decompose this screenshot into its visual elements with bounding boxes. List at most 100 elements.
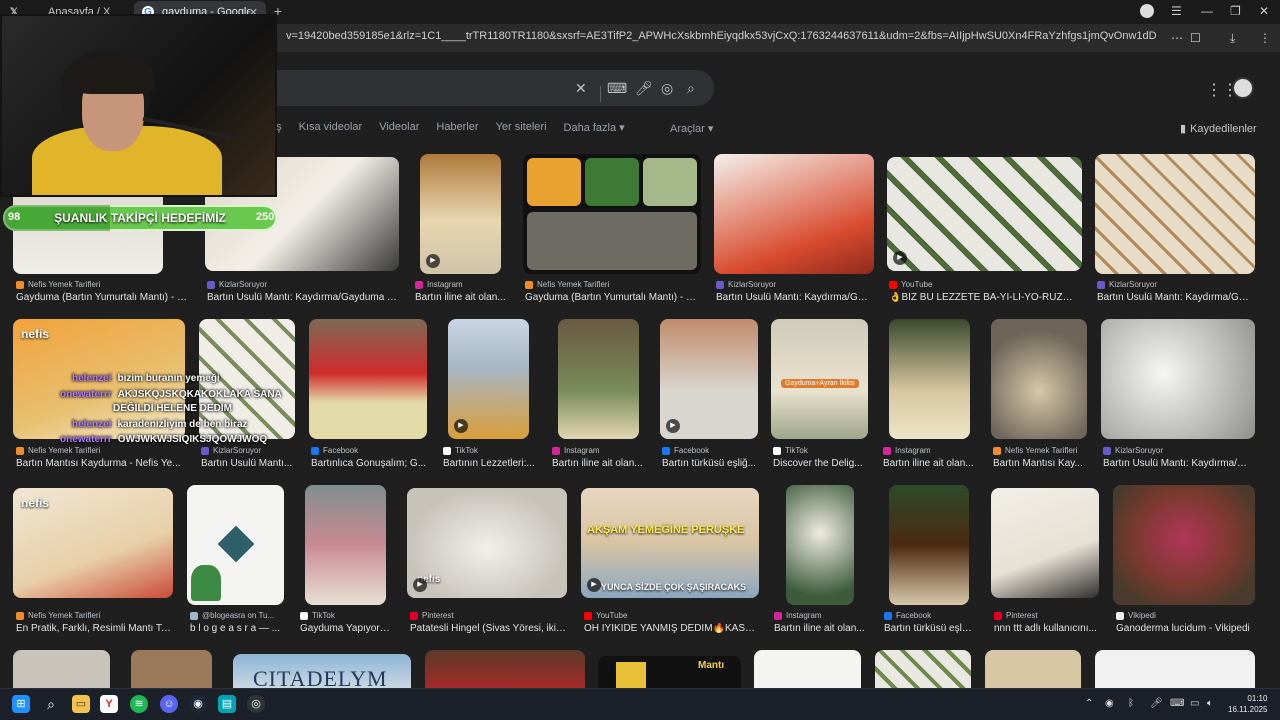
steam-icon[interactable]: ◉ bbox=[189, 695, 207, 713]
result-title[interactable]: nnn ttt adlı kullanıcını... bbox=[994, 623, 1098, 634]
result-source[interactable]: Nefis Yemek Tarifleri bbox=[16, 446, 100, 455]
result-thumb[interactable] bbox=[1113, 485, 1255, 605]
result-thumb[interactable] bbox=[558, 319, 639, 439]
result-title[interactable]: Patatesli Hingel (Sivas Yöresi, iki ... bbox=[410, 623, 566, 634]
discord-icon[interactable]: ☺ bbox=[160, 695, 178, 713]
result-source[interactable]: KizlarSoruyor bbox=[1103, 446, 1163, 455]
search-icon[interactable]: ⌕ bbox=[42, 695, 60, 713]
result-thumb[interactable] bbox=[991, 319, 1087, 439]
result-source[interactable]: YouTube bbox=[889, 280, 932, 289]
result-thumb[interactable]: Mantı bbox=[598, 656, 741, 688]
result-source[interactable]: Pinterest bbox=[994, 611, 1038, 620]
nav-item-videos[interactable]: Videolar bbox=[379, 121, 419, 137]
url-field[interactable]: v=19420bed359185e1&rlz=1C1____trTR1180TR… bbox=[286, 30, 1156, 42]
tools-button[interactable]: Araçlar ▾ bbox=[670, 122, 713, 135]
avatar[interactable] bbox=[1232, 77, 1254, 99]
result-title[interactable]: Bartının Lezzetleri:... bbox=[443, 458, 535, 469]
bluetooth-icon[interactable]: ᛒ bbox=[1128, 698, 1134, 709]
result-thumb[interactable]: ▶ bbox=[660, 319, 758, 439]
result-source[interactable]: Instagram bbox=[415, 280, 463, 289]
profile-icon[interactable] bbox=[1140, 4, 1154, 18]
result-thumb[interactable] bbox=[754, 650, 861, 688]
more-icon[interactable]: ⋯ bbox=[1171, 31, 1183, 45]
result-title[interactable]: Bartın Usulü Mantı: Kaydırma/Ga... bbox=[716, 292, 870, 303]
result-source[interactable]: Nefis Yemek Tarifleri bbox=[16, 611, 100, 620]
result-thumb[interactable] bbox=[13, 650, 110, 688]
menu-icon[interactable]: ⋮ bbox=[1259, 31, 1271, 45]
result-title[interactable]: 👌BİZ BU LEZZETE BA-YI-LI-YO-RUZ😊... bbox=[889, 292, 1081, 303]
result-thumb[interactable] bbox=[991, 488, 1099, 598]
result-source[interactable]: Facebook bbox=[662, 446, 709, 455]
result-source[interactable]: Vikipedi bbox=[1116, 611, 1156, 620]
result-source[interactable]: Instagram bbox=[774, 611, 822, 620]
result-title[interactable]: Gayduma (Bartın Yumurtalı Mantı) - N... bbox=[525, 292, 701, 303]
minimize-icon[interactable]: — bbox=[1201, 4, 1213, 18]
lens-icon[interactable]: ◎ bbox=[661, 80, 673, 97]
tab-menu-icon[interactable]: ☰ bbox=[1171, 4, 1182, 18]
nav-item-short-videos[interactable]: Kısa videolar bbox=[299, 121, 363, 137]
result-title[interactable]: Gayduma (Bartın Yumurtalı Mantı) - N... bbox=[16, 292, 192, 303]
file-explorer-icon[interactable]: ▭ bbox=[72, 695, 90, 713]
result-title[interactable]: Bartın iline ait olan... bbox=[415, 292, 507, 303]
result-title[interactable]: Bartınlıca Gonuşalım; G... bbox=[311, 458, 429, 469]
saved-button[interactable]: ▮ Kaydedilenler bbox=[1180, 122, 1257, 135]
result-source[interactable]: TikTok bbox=[443, 446, 478, 455]
result-source[interactable]: Nefis Yemek Tarifleri bbox=[16, 280, 100, 289]
result-title[interactable]: Bartın iline ait olan... bbox=[883, 458, 975, 469]
result-title[interactable]: En Pratik, Farklı, Resimli Mantı Ta... bbox=[16, 623, 172, 634]
result-source[interactable]: KizlarSoruyor bbox=[207, 280, 267, 289]
result-title[interactable]: Bartın Mantısı Kaydurma - Nefis Ye... bbox=[16, 458, 184, 469]
result-title[interactable]: Bartın Usulü Mantı: Kaydırma/G... bbox=[1103, 458, 1253, 469]
result-thumb[interactable] bbox=[187, 485, 284, 605]
nav-item-news[interactable]: Haberler bbox=[436, 121, 478, 137]
steam-tray-icon[interactable]: ◉ bbox=[1105, 698, 1114, 709]
result-thumb[interactable] bbox=[1095, 154, 1255, 274]
keyboard-icon[interactable]: ⌨ bbox=[1170, 698, 1184, 709]
result-thumb[interactable]: Gayduma+Ayran İkilisi bbox=[771, 319, 868, 439]
nav-item-places[interactable]: Yer siteleri bbox=[496, 121, 547, 137]
result-source[interactable]: Facebook bbox=[311, 446, 358, 455]
yandex-browser-icon[interactable]: Y bbox=[100, 695, 118, 713]
result-title[interactable]: Bartın Usulü Mantı... bbox=[201, 458, 295, 469]
result-thumb[interactable] bbox=[1095, 650, 1255, 688]
result-title[interactable]: Gayduma Yapıyoru... bbox=[300, 623, 392, 634]
result-source[interactable]: KizlarSoruyor bbox=[716, 280, 776, 289]
result-thumb[interactable] bbox=[985, 650, 1081, 688]
download-icon[interactable]: ⤓ bbox=[1230, 31, 1235, 46]
result-source[interactable]: TikTok bbox=[773, 446, 808, 455]
windows-start-icon[interactable]: ⊞ bbox=[12, 695, 30, 713]
result-source[interactable]: Nefis Yemek Tarifleri bbox=[993, 446, 1077, 455]
result-source[interactable]: Facebook bbox=[884, 611, 931, 620]
result-title[interactable]: Bartın türküsü eşli... bbox=[884, 623, 972, 634]
result-thumb[interactable] bbox=[889, 319, 970, 439]
result-title[interactable]: Bartın Usulü Mantı: Kaydırma/Gayduma T..… bbox=[207, 292, 399, 303]
maximize-icon[interactable]: ❐ bbox=[1230, 4, 1241, 18]
result-thumb[interactable]: AKŞAM YEMEĞİNE PERUŞKE YUNCA SİZDE ÇOK Ş… bbox=[581, 488, 759, 598]
result-source[interactable]: Nefis Yemek Tarifleri bbox=[525, 280, 609, 289]
result-thumb[interactable] bbox=[875, 650, 971, 688]
microphone-tray-icon[interactable]: 🎤︎ bbox=[1150, 698, 1163, 709]
result-title[interactable]: Discover the Delig... bbox=[773, 458, 869, 469]
bookmark-icon[interactable]: ☐ bbox=[1190, 31, 1201, 45]
notepad-icon[interactable]: ▤ bbox=[218, 695, 236, 713]
result-thumb[interactable] bbox=[1101, 319, 1255, 439]
result-thumb[interactable]: nefis ▶ bbox=[407, 488, 567, 598]
result-thumb[interactable]: CITADELYM bbox=[233, 654, 411, 688]
result-source[interactable]: YouTube bbox=[584, 611, 627, 620]
result-thumb[interactable] bbox=[425, 650, 585, 688]
clear-icon[interactable]: ✕ bbox=[575, 80, 587, 97]
result-title[interactable]: Bartın Usulü Mantı: Kaydırma/Ga... bbox=[1097, 292, 1251, 303]
result-source[interactable]: Pinterest bbox=[410, 611, 454, 620]
result-source[interactable]: Instagram bbox=[883, 446, 931, 455]
search-icon[interactable]: ⌕ bbox=[687, 80, 695, 97]
result-thumb[interactable]: ▶ bbox=[448, 319, 529, 439]
result-title[interactable]: b l o g e a s r a — ... bbox=[190, 623, 288, 634]
result-title[interactable]: Bartın iline ait olan... bbox=[552, 458, 644, 469]
result-thumb[interactable] bbox=[523, 154, 701, 274]
result-thumb[interactable] bbox=[889, 485, 969, 605]
result-thumb[interactable] bbox=[309, 319, 427, 439]
obs-icon[interactable]: ◎ bbox=[247, 695, 265, 713]
result-thumb[interactable]: nefis bbox=[13, 488, 173, 598]
result-thumb[interactable] bbox=[131, 650, 212, 688]
result-source[interactable]: TikTok bbox=[300, 611, 335, 620]
